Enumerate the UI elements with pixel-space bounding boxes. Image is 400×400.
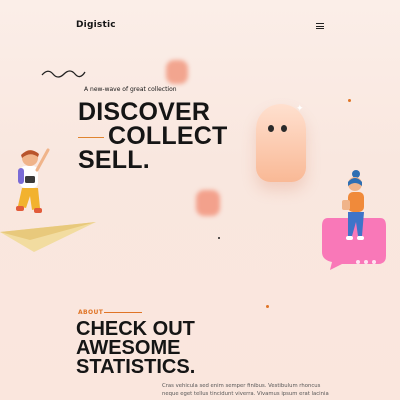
hero-heading-line-2: COLLECT: [108, 122, 228, 150]
menu-bar: [316, 25, 324, 27]
ghost-eye: [268, 125, 274, 132]
about-title-line-2: AWESOME: [76, 337, 181, 359]
boy-character-illustration: [16, 148, 50, 213]
dot-decoration: [266, 305, 269, 308]
hero-heading-line-3: SELL.: [78, 146, 150, 174]
hero-accent-line: [78, 137, 104, 138]
menu-bar: [316, 23, 324, 24]
about-title-line-3: STATISTICS.: [76, 356, 196, 378]
girl-character-illustration: [342, 170, 364, 240]
floating-blob-decoration: [166, 60, 188, 84]
brand-logo[interactable]: Digistic: [76, 20, 116, 30]
ghost-eye: [281, 125, 287, 132]
menu-bar: [316, 28, 324, 29]
hero-tagline: A new-wave of great collection: [84, 86, 177, 93]
hero-heading-line-1: DISCOVER: [78, 98, 211, 126]
floating-blob-decoration: [196, 190, 220, 216]
dot-decoration: [218, 237, 220, 239]
about-accent-line: [104, 312, 142, 313]
wave-decoration-icon: [41, 70, 86, 78]
hamburger-menu-icon[interactable]: [316, 23, 324, 29]
sparkle-icon: ✦: [296, 104, 304, 114]
ghost-character-illustration: [256, 104, 306, 182]
about-description: Cras vehicula sed enim semper finibus. V…: [162, 383, 329, 397]
about-label: ABOUT: [78, 309, 104, 316]
about-title-line-1: CHECK OUT: [76, 318, 195, 340]
dot-decoration: [348, 99, 351, 102]
